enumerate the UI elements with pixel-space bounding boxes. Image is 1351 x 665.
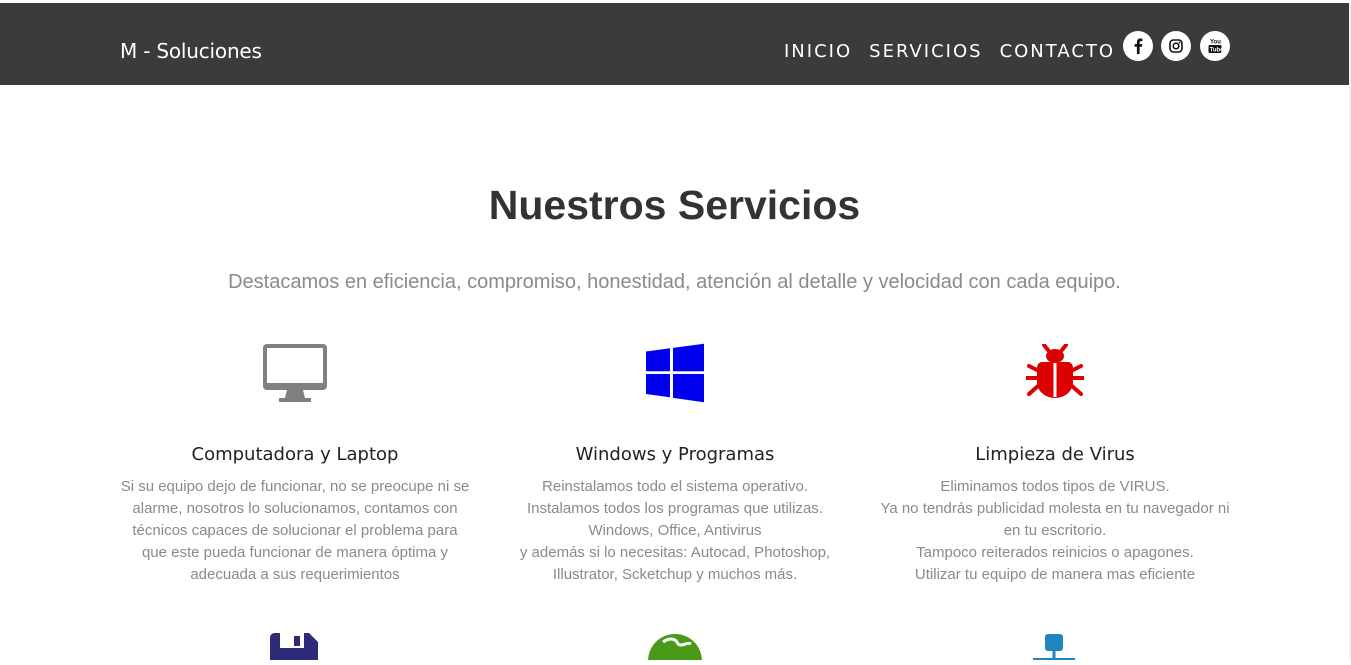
section-title: Nuestros Servicios [488,182,861,228]
navbar: M - Soluciones INICIO SERVICIOS CONTACTO… [0,3,1349,85]
service-title: Computadora y Laptop [191,444,399,465]
nav-link-servicios[interactable]: SERVICIOS [869,41,982,62]
youtube-icon[interactable]: You Tube [1200,31,1230,61]
brand-logo-link[interactable]: M - Soluciones [120,39,262,63]
desktop-icon [105,340,485,406]
service-description: Si su equipo dejo de funcionar, no se pr… [120,478,470,583]
service-card-computadora: Computadora y Laptop Si su equipo dejo d… [105,340,485,586]
nav-menu: INICIO SERVICIOS CONTACTO [784,41,1132,62]
service-title: Limpieza de Virus [975,444,1135,465]
service-card-virus: Limpieza de Virus Eliminamos todos tipos… [865,340,1245,586]
globe-icon [647,628,703,665]
service-title: Windows y Programas [575,444,775,465]
nav-link-contacto[interactable]: CONTACTO [1000,41,1116,62]
instagram-icon[interactable] [1161,31,1191,61]
svg-text:You: You [1210,40,1221,46]
service-description: Reinstalamos todo el sistema operativo. … [519,478,831,583]
facebook-icon[interactable] [1123,31,1153,61]
floppy-disk-icon [266,628,322,665]
section-subtitle: Destacamos en eficiencia, compromiso, ho… [228,271,1121,293]
bug-icon [865,340,1245,406]
nav-link-inicio[interactable]: INICIO [784,41,852,62]
service-card-windows: Windows y Programas Reinstalamos todo el… [485,340,865,586]
service-description: Eliminamos todos tipos de VIRUS. Ya no t… [880,478,1230,583]
windows-icon [485,340,865,406]
svg-text:Tube: Tube [1210,47,1223,53]
network-icon [1027,628,1083,665]
